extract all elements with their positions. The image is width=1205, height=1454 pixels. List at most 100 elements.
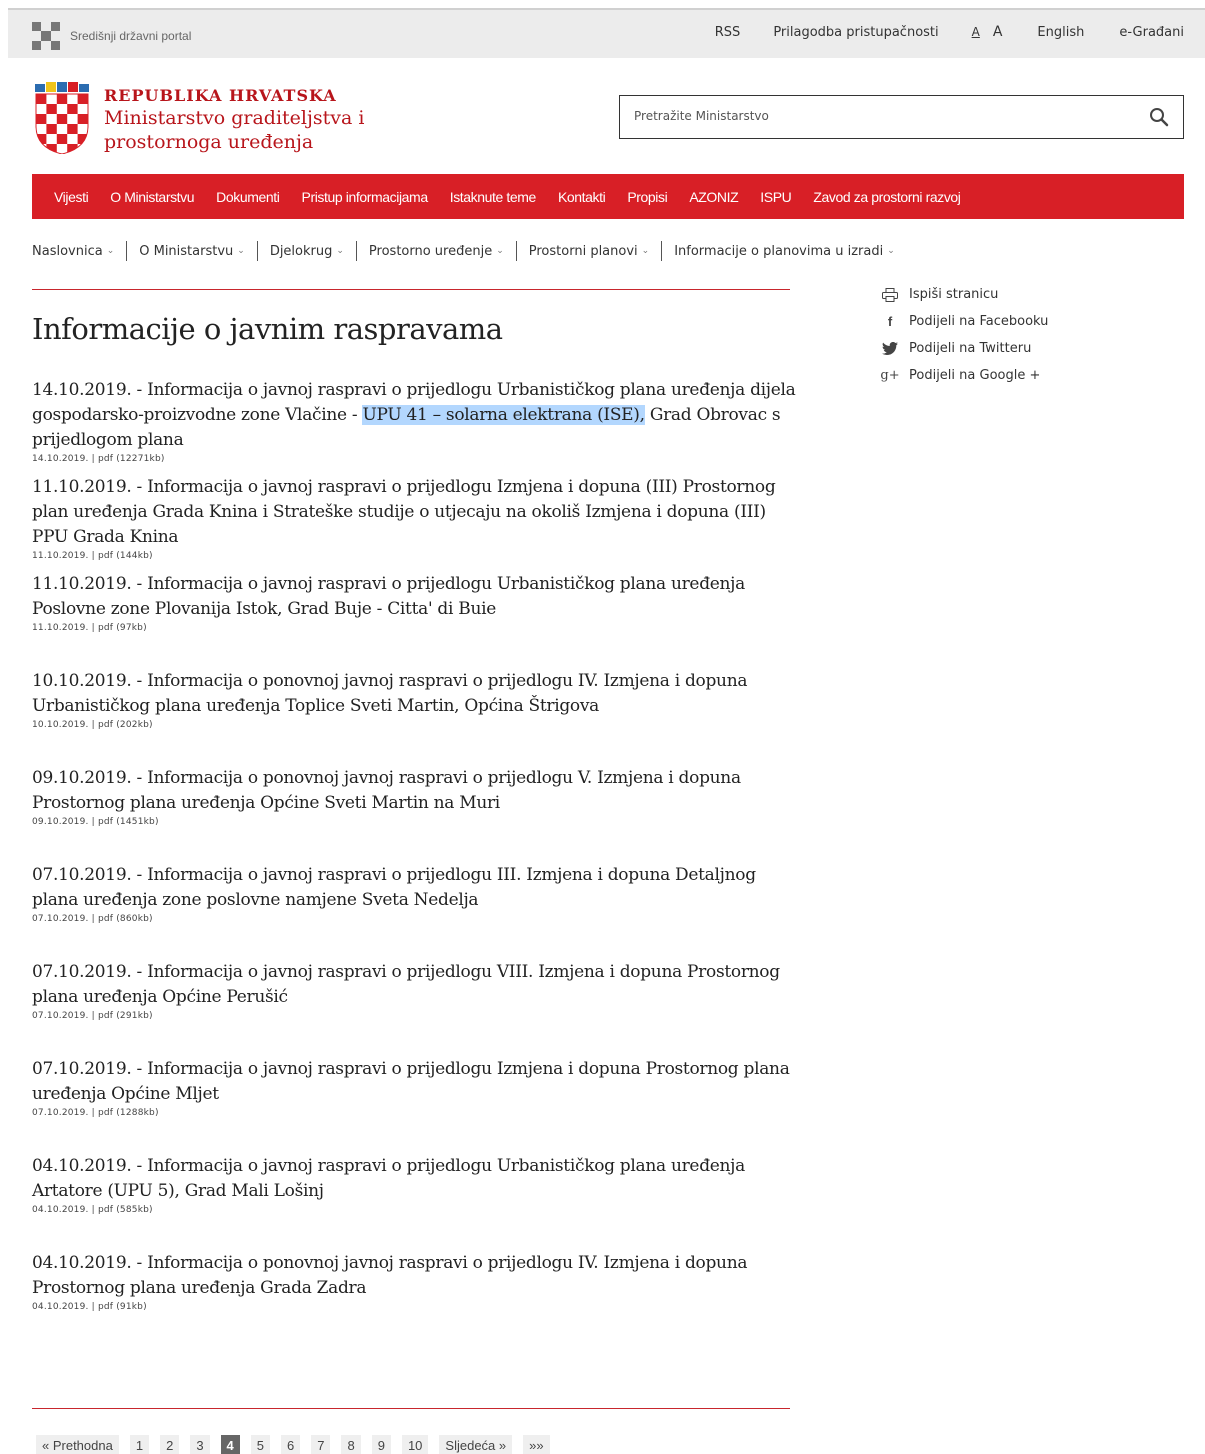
pagination-page[interactable]: 1 (129, 1435, 150, 1454)
nav-item-ispu[interactable]: ISPU (760, 189, 791, 205)
item-link[interactable]: 07.10.2019. - Informacija o javnoj raspr… (32, 865, 756, 910)
nav-item-propisi[interactable]: Propisi (627, 189, 667, 205)
breadcrumb-item-prostorno-uredenje[interactable]: Prostorno uređenje ⌄ (369, 244, 504, 259)
breadcrumb-item-djelokrug[interactable]: Djelokrug ⌄ (270, 244, 344, 259)
item-title[interactable]: 11.10.2019. - Informacija o javnoj raspr… (32, 572, 802, 622)
list-item: 07.10.2019. - Informacija o javnoj raspr… (32, 863, 802, 960)
chevron-down-icon: ⌄ (887, 246, 895, 256)
coat-of-arms-icon[interactable] (32, 82, 92, 154)
item-link[interactable]: 11.10.2019. - Informacija o javnoj raspr… (32, 477, 776, 547)
pagination-page[interactable]: 7 (311, 1435, 331, 1454)
nav-item-o-ministarstvu[interactable]: O Ministarstvu (110, 189, 194, 205)
search-input[interactable] (634, 96, 1134, 136)
breadcrumb-label: Prostorni planovi (528, 243, 638, 259)
pagination-page[interactable]: 3 (190, 1435, 210, 1454)
pagination-page[interactable]: 8 (341, 1435, 361, 1454)
search-icon[interactable] (1149, 107, 1169, 127)
nav-item-vijesti[interactable]: Vijesti (54, 189, 89, 205)
breadcrumb-item-prostorni-planovi[interactable]: Prostorni planovi ⌄ (529, 244, 649, 259)
pagination-page-current[interactable]: 4 (220, 1435, 240, 1454)
nav-item-zavod[interactable]: Zavod za prostorni razvoj (813, 189, 961, 205)
breadcrumb-label: Djelokrug (269, 243, 333, 259)
nav-item-azoniz[interactable]: AZONIZ (689, 189, 738, 205)
chevron-down-icon: ⌄ (237, 246, 245, 256)
item-meta: 10.10.2019. | pdf (202kb) (32, 720, 153, 730)
facebook-label: Podijeli na Facebooku (909, 314, 1049, 329)
item-title[interactable]: 07.10.2019. - Informacija o javnoj raspr… (32, 1057, 802, 1107)
breadcrumb-item-naslovnica[interactable]: Naslovnica ⌄ (32, 244, 114, 259)
breadcrumb-label: Informacije o planovima u izradi (674, 243, 884, 259)
pagination: « Prethodna 1 2 3 4 5 6 7 8 9 10 Sljedeć… (36, 1435, 561, 1454)
print-page-link[interactable]: Ispiši stranicu (880, 281, 1048, 308)
nav-item-pristup-informacijama[interactable]: Pristup informacijama (302, 189, 429, 205)
english-link[interactable]: English (1037, 25, 1084, 40)
breadcrumb-label: O Ministarstvu (139, 243, 234, 259)
item-title[interactable]: 04.10.2019. - Informacija o ponovnoj jav… (32, 1251, 802, 1301)
item-meta: 04.10.2019. | pdf (91kb) (32, 1302, 147, 1312)
breadcrumb-divider (126, 241, 128, 261)
item-link[interactable]: 07.10.2019. - Informacija o javnoj raspr… (32, 1059, 790, 1104)
pagination-page[interactable]: 10 (401, 1435, 429, 1454)
nav-item-dokumenti[interactable]: Dokumenti (216, 189, 280, 205)
item-title[interactable]: 07.10.2019. - Informacija o javnoj raspr… (32, 863, 802, 913)
font-size-large-button[interactable]: A (993, 24, 1003, 40)
portal-logo-icon (32, 22, 60, 50)
breadcrumb-item-o-ministarstvu[interactable]: O Ministarstvu ⌄ (139, 244, 245, 259)
font-size-small-button[interactable]: A (972, 25, 980, 39)
item-link[interactable]: 10.10.2019. - Informacija o ponovnoj jav… (32, 671, 748, 716)
selected-text-highlight: UPU 41 – solarna elektrana (ISE), (362, 405, 645, 425)
breadcrumb-divider (661, 241, 663, 261)
print-label: Ispiši stranicu (909, 287, 999, 302)
google-plus-icon: g+ (880, 368, 900, 383)
rss-link[interactable]: RSS (715, 25, 741, 40)
breadcrumb-item-informacije-o-planovima[interactable]: Informacije o planovima u izradi ⌄ (674, 244, 895, 259)
pagination-page[interactable]: 6 (281, 1435, 301, 1454)
share-google-link[interactable]: g+ Podijeli na Google + (880, 362, 1048, 389)
share-twitter-link[interactable]: Podijeli na Twitteru (880, 335, 1048, 362)
item-title[interactable]: 14.10.2019. - Informacija o javnoj raspr… (32, 378, 802, 453)
pagination-next[interactable]: Sljedeća » (439, 1435, 513, 1454)
pagination-page[interactable]: 5 (250, 1435, 271, 1454)
nav-item-istaknute-teme[interactable]: Istaknute teme (450, 189, 537, 205)
portal-link[interactable]: Središnji državni portal (32, 22, 191, 50)
ministry-name-line2: prostornoga uređenja (104, 131, 314, 153)
share-facebook-link[interactable]: f Podijeli na Facebooku (880, 308, 1049, 335)
breadcrumb: Naslovnica ⌄ O Ministarstvu ⌄ Djelokrug ⌄ P… (32, 241, 895, 261)
item-title[interactable]: 04.10.2019. - Informacija o javnoj raspr… (32, 1154, 802, 1204)
item-meta: 07.10.2019. | pdf (860kb) (32, 914, 153, 924)
pagination-page[interactable]: 2 (160, 1435, 180, 1454)
accessibility-link[interactable]: Prilagodba pristupačnosti (773, 25, 938, 40)
item-link[interactable]: 04.10.2019. - Informacija o ponovnoj jav… (32, 1253, 748, 1298)
search-box (619, 95, 1184, 139)
item-link[interactable]: 09.10.2019. - Informacija o ponovnoj jav… (32, 768, 741, 813)
pagination-last[interactable]: »» (523, 1435, 550, 1454)
chevron-down-icon: ⌄ (106, 246, 115, 256)
list-item: 07.10.2019. - Informacija o javnoj raspr… (32, 960, 802, 1057)
item-meta: 11.10.2019. | pdf (97kb) (32, 623, 147, 633)
item-title[interactable]: 07.10.2019. - Informacija o javnoj raspr… (32, 960, 802, 1010)
item-link[interactable]: 04.10.2019. - Informacija o javnoj raspr… (32, 1156, 745, 1201)
item-link[interactable]: 14.10.2019. - Informacija o javnoj raspr… (32, 380, 796, 450)
breadcrumb-label: Naslovnica (32, 243, 103, 259)
list-item: 04.10.2019. - Informacija o javnoj raspr… (32, 1154, 802, 1251)
pagination-page[interactable]: 9 (371, 1435, 391, 1454)
item-meta: 09.10.2019. | pdf (1451kb) (32, 817, 159, 827)
egradani-link[interactable]: e-Građani (1119, 25, 1184, 40)
item-title[interactable]: 11.10.2019. - Informacija o javnoj raspr… (32, 475, 802, 550)
list-item: 14.10.2019. - Informacija o javnoj raspr… (32, 378, 802, 475)
item-meta: 04.10.2019. | pdf (585kb) (32, 1205, 153, 1215)
list-item: 07.10.2019. - Informacija o javnoj raspr… (32, 1057, 802, 1154)
pagination-prev[interactable]: « Prethodna (36, 1435, 119, 1454)
item-title[interactable]: 09.10.2019. - Informacija o ponovnoj jav… (32, 766, 802, 816)
nav-item-kontakti[interactable]: Kontakti (558, 189, 606, 205)
list-item: 11.10.2019. - Informacija o javnoj raspr… (32, 475, 802, 572)
item-link[interactable]: 11.10.2019. - Informacija o javnoj raspr… (32, 574, 745, 619)
google-label: Podijeli na Google + (909, 368, 1041, 383)
ministry-name[interactable]: Ministarstvo graditeljstva i prostornoga… (104, 106, 424, 154)
item-meta: 07.10.2019. | pdf (1288kb) (32, 1108, 159, 1118)
breadcrumb-label: Prostorno uređenje (368, 243, 493, 259)
list-item: 04.10.2019. - Informacija o ponovnoj jav… (32, 1251, 802, 1348)
item-title[interactable]: 10.10.2019. - Informacija o ponovnoj jav… (32, 669, 802, 719)
item-link[interactable]: 07.10.2019. - Informacija o javnoj raspr… (32, 962, 780, 1007)
chevron-down-icon: ⌄ (496, 246, 504, 256)
